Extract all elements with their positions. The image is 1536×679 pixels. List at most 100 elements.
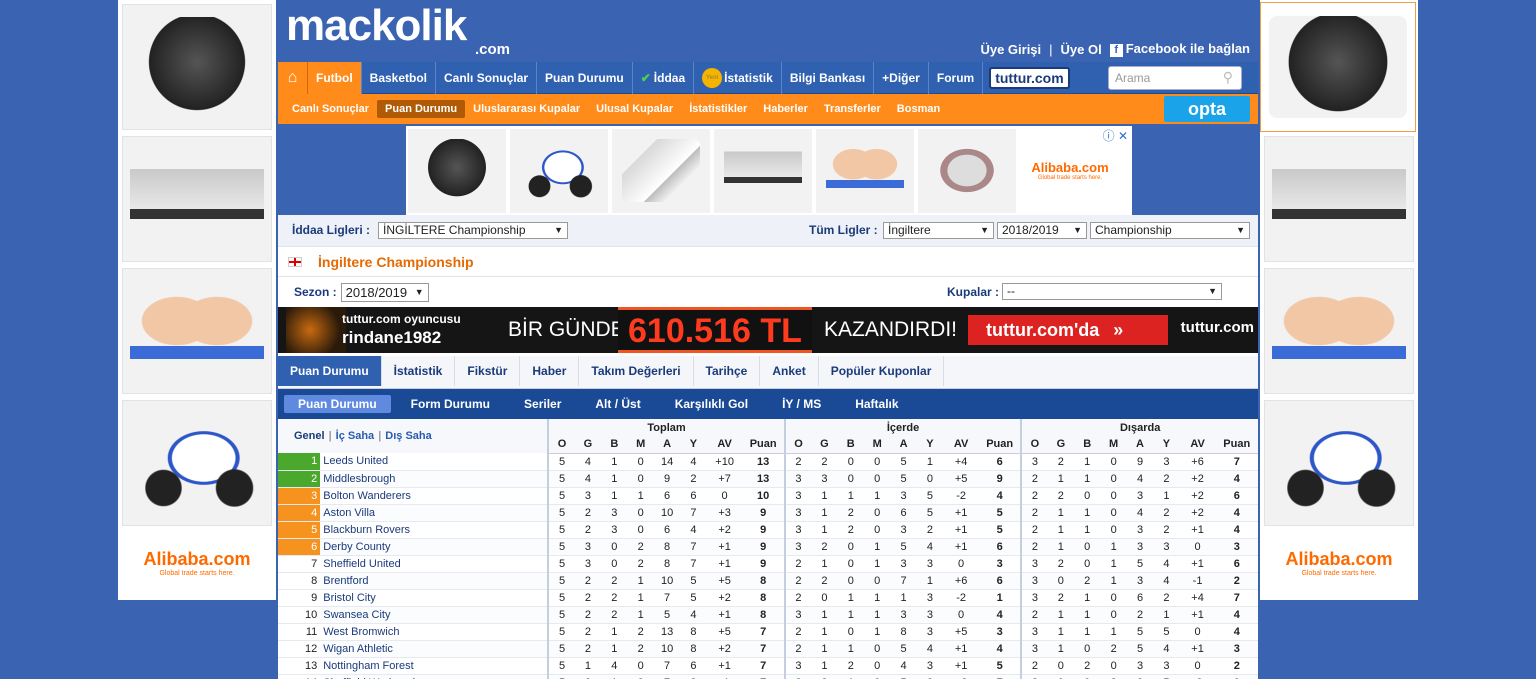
left-side-ad[interactable]: ⓘ✕ Alibaba.com Global trade starts here.: [118, 0, 276, 600]
subtab-iy-ms[interactable]: İY / MS: [768, 395, 835, 413]
column-header[interactable]: AV: [943, 436, 980, 454]
column-header[interactable]: M: [627, 436, 654, 454]
tab-istatistik[interactable]: İstatistik: [382, 356, 456, 386]
link-genel[interactable]: Genel: [294, 430, 325, 442]
nav-puan-durumu[interactable]: Puan Durumu: [537, 61, 633, 94]
nav-diger[interactable]: +Diğer: [874, 61, 929, 94]
tab-tarihce[interactable]: Tarihçe: [694, 356, 761, 386]
team-link[interactable]: Middlesbrough: [320, 470, 549, 488]
team-link[interactable]: Nottingham Forest: [320, 657, 549, 675]
ad-trike-image[interactable]: [1264, 400, 1414, 526]
tab-fikstur[interactable]: Fikstür: [455, 356, 521, 386]
table-row[interactable]: 4 Aston Villa 5 2 3 0 10 7 +3 9 3 1 2 0 6 5 +1 5 2 1 1 0 4 2 +2 4: [278, 504, 1258, 522]
subtab-seriler[interactable]: Seriler: [510, 395, 575, 413]
column-header[interactable]: M: [1100, 436, 1127, 454]
country-select[interactable]: İngiltere ▼: [883, 222, 994, 239]
subtab-alt-ust[interactable]: Alt / Üst: [581, 395, 654, 413]
team-link[interactable]: Swansea City: [320, 606, 549, 624]
table-row[interactable]: 11 West Bromwich 5 2 1 2 13 8 +5 7 2 1 0 1 8 3 +5 3 3 1 1 1 5 5…: [278, 623, 1258, 641]
home-icon[interactable]: ⌂: [278, 61, 308, 94]
nav-bilgi-bankasi[interactable]: Bilgi Bankası: [782, 61, 875, 94]
tuttur-logo[interactable]: tuttur.com: [989, 66, 1070, 89]
tab-takim-degerleri[interactable]: Takım Değerleri: [579, 356, 694, 386]
table-row[interactable]: 3 Bolton Wanderers 5 3 1 1 6 6 0 10 3 1 1 1 3 5 -2 4 2 2 0 0 3…: [278, 487, 1258, 505]
subnav-istatistikler[interactable]: İstatistikler: [681, 100, 755, 118]
subtab-haftalik[interactable]: Haftalık: [841, 395, 912, 413]
cups-select[interactable]: -- ▼: [1002, 283, 1222, 300]
ad-trike-image[interactable]: [122, 400, 272, 526]
table-row[interactable]: 1 Leeds United 5 4 1 0 14 4 +10 13 2 2 0 0 5 1 +4 6 3 2 1 0 9 3…: [278, 453, 1258, 471]
column-header[interactable]: B: [837, 436, 864, 454]
table-row[interactable]: 12 Wigan Athletic 5 2 1 2 10 8 +2 7 2 1 1 0 5 4 +1 4 3 1 0 2 5…: [278, 640, 1258, 658]
table-row[interactable]: 9 Bristol City 5 2 2 1 7 5 +2 8 2 0 1 1 1 3 -2 1 3 2 1 0 6 2 +4 7: [278, 589, 1258, 607]
banner-ad-chair[interactable]: [918, 128, 1016, 213]
tab-haber[interactable]: Haber: [520, 356, 580, 386]
link-ic-saha[interactable]: İç Saha: [336, 430, 375, 442]
table-row[interactable]: 2 Middlesbrough 5 4 1 0 9 2 +7 13 3 3 0 0 5 0 +5 9 2 1 1 0 4 2 +…: [278, 470, 1258, 488]
alibaba-logo[interactable]: Alibaba.com Global trade starts here.: [1260, 530, 1418, 596]
column-header[interactable]: B: [1074, 436, 1101, 454]
banner-ad-feet[interactable]: [816, 128, 914, 213]
team-link[interactable]: Sheffield Wednesday: [320, 674, 549, 679]
column-header[interactable]: O: [547, 436, 575, 454]
team-link[interactable]: Blackburn Rovers: [320, 521, 549, 539]
column-header[interactable]: A: [1126, 436, 1154, 454]
alibaba-logo[interactable]: Alibaba.com Global trade starts here.: [118, 530, 276, 596]
ad-feet-image[interactable]: [1264, 268, 1414, 394]
nav-iddaa[interactable]: ✔ İddaa: [633, 61, 695, 94]
column-header[interactable]: Puan: [742, 436, 785, 454]
tab-anket[interactable]: Anket: [760, 356, 819, 386]
banner-ad-helmet[interactable]: [408, 128, 506, 213]
ad-helmet-image[interactable]: [122, 4, 272, 130]
tab-populer-kuponlar[interactable]: Popüler Kuponlar: [819, 356, 945, 386]
column-header[interactable]: Y: [1153, 436, 1180, 454]
iddaa-league-select[interactable]: İNGİLTERE Championship ▼: [378, 222, 568, 239]
team-link[interactable]: West Bromwich: [320, 623, 549, 641]
nav-istatistik[interactable]: Yeni İstatistik: [694, 61, 782, 94]
team-link[interactable]: Brentford: [320, 572, 549, 590]
column-header[interactable]: B: [601, 436, 628, 454]
right-side-ad[interactable]: ⓘ✕ Alibaba.com Global trade starts here.: [1260, 0, 1418, 600]
close-icon[interactable]: ✕: [1118, 129, 1128, 143]
team-link[interactable]: Leeds United: [320, 453, 549, 471]
nav-basketbol[interactable]: Basketbol: [362, 61, 437, 94]
column-header[interactable]: AV: [706, 436, 743, 454]
column-header[interactable]: O: [1020, 436, 1048, 454]
ad-trailer-image[interactable]: [122, 136, 272, 262]
ad-choices-icon[interactable]: ⓘ ✕: [1103, 127, 1128, 144]
column-header[interactable]: O: [783, 436, 812, 454]
banner-ad-phone[interactable]: [612, 128, 710, 213]
team-link[interactable]: Wigan Athletic: [320, 640, 549, 658]
login-link[interactable]: Üye Girişi: [980, 42, 1041, 57]
season-dropdown[interactable]: 2018/2019 ▼: [340, 282, 429, 302]
table-row[interactable]: 10 Swansea City 5 2 2 1 5 4 +1 8 3 1 1 1 3 3 0 4 2 1 1 0 2 1 +1 4: [278, 606, 1258, 624]
subnav-canli-sonuclar[interactable]: Canlı Sonuçlar: [284, 100, 377, 118]
table-row[interactable]: 8 Brentford 5 2 2 1 10 5 +5 8 2 2 0 0 7 1 +6 6 3 0 2 1 3 4 -1 2: [278, 572, 1258, 590]
column-header[interactable]: Y: [680, 436, 707, 454]
subnav-haberler[interactable]: Haberler: [755, 100, 816, 118]
banner-ad-trailer[interactable]: [714, 128, 812, 213]
table-row[interactable]: 14Sheffield Wednesday521278-17321053+272…: [278, 674, 1258, 679]
table-row[interactable]: 5 Blackburn Rovers 5 2 3 0 6 4 +2 9 3 1 2 0 3 2 +1 5 2 1 1 0 3…: [278, 521, 1258, 539]
search-icon[interactable]: ⚲: [1223, 69, 1233, 86]
banner-ad-trike[interactable]: [510, 128, 608, 213]
team-link[interactable]: Sheffield United: [320, 555, 549, 573]
site-logo[interactable]: mackolik: [286, 4, 467, 48]
search-input[interactable]: Arama ⚲: [1108, 66, 1242, 90]
table-row[interactable]: 6 Derby County 5 3 0 2 8 7 +1 9 3 2 0 1 5 4 +1 6 2 1 0 1 3 3 0 3: [278, 538, 1258, 556]
column-header[interactable]: Y: [916, 436, 944, 454]
tab-puan-durumu[interactable]: Puan Durumu: [278, 356, 382, 386]
team-link[interactable]: Aston Villa: [320, 504, 549, 522]
nav-canli-sonuclar[interactable]: Canlı Sonuçlar: [436, 61, 538, 94]
column-header[interactable]: M: [863, 436, 891, 454]
column-header[interactable]: Puan: [979, 436, 1022, 454]
column-header[interactable]: G: [811, 436, 838, 454]
column-header[interactable]: AV: [1179, 436, 1216, 454]
subnav-uluslararasi-kupalar[interactable]: Uluslararası Kupalar: [465, 100, 588, 118]
ad-helmet-image[interactable]: [1260, 2, 1416, 132]
team-link[interactable]: Bolton Wanderers: [320, 487, 549, 505]
banner-ad-inner[interactable]: Alibaba.com Global trade starts here. ⓘ …: [406, 126, 1132, 215]
column-header[interactable]: G: [1047, 436, 1075, 454]
column-header[interactable]: G: [574, 436, 602, 454]
nav-futbol[interactable]: Futbol: [308, 61, 362, 94]
